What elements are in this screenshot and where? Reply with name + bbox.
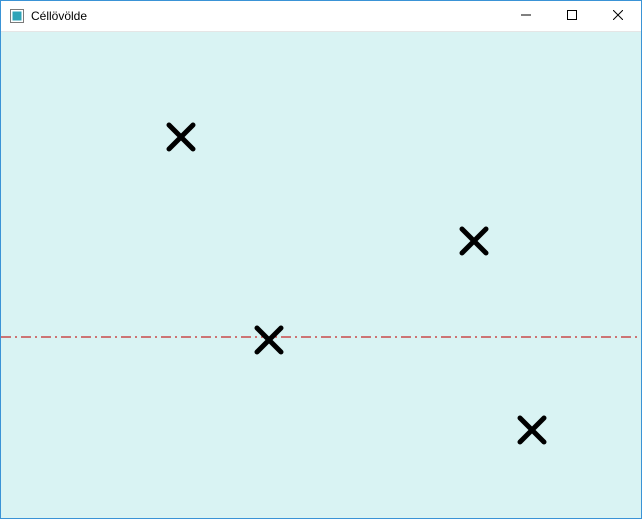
maximize-icon	[567, 7, 577, 25]
app-icon	[9, 8, 25, 24]
target-mark	[459, 226, 489, 256]
window-title: Céllövölde	[31, 9, 503, 23]
close-icon	[613, 7, 623, 25]
titlebar: Céllövölde	[1, 1, 641, 32]
app-window: Céllövölde	[0, 0, 642, 519]
game-canvas[interactable]	[1, 32, 641, 518]
target-mark	[166, 122, 196, 152]
target-mark	[517, 415, 547, 445]
close-button[interactable]	[595, 1, 641, 31]
minimize-icon	[521, 7, 531, 25]
maximize-button[interactable]	[549, 1, 595, 31]
window-controls	[503, 1, 641, 31]
target-mark	[254, 325, 284, 355]
minimize-button[interactable]	[503, 1, 549, 31]
